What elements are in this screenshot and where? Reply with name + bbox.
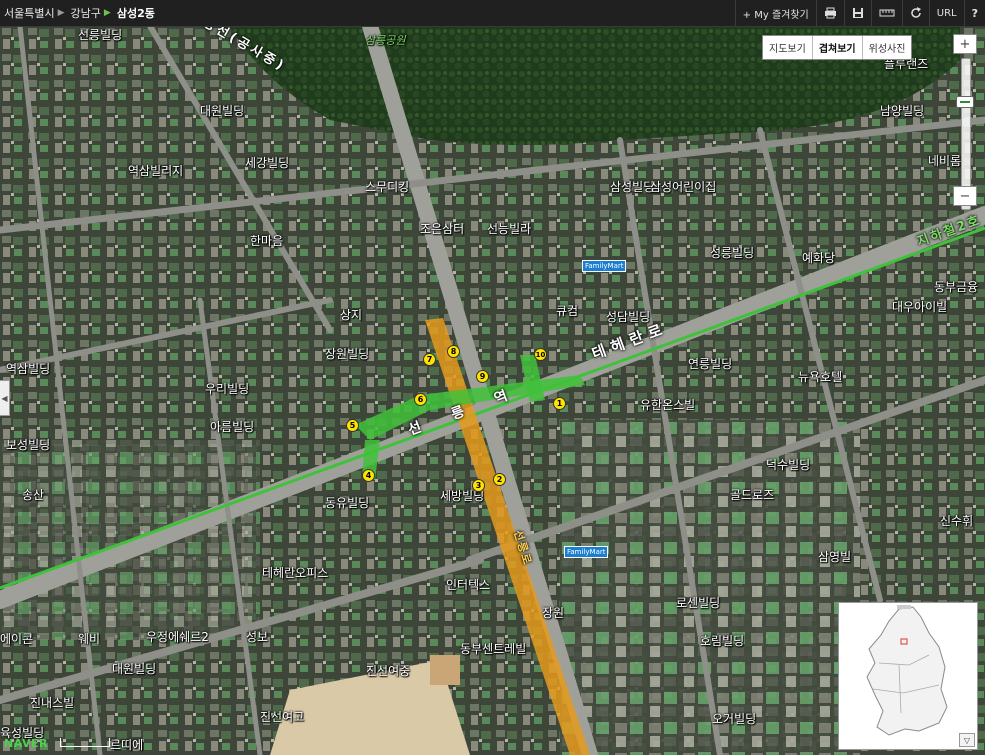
zoom-slider-handle[interactable] [956,95,974,108]
breadcrumb-label: 강남구 [70,7,101,20]
print-button[interactable] [815,0,844,26]
map-label: 뉴욕호텔 [798,370,843,384]
station-exit-marker[interactable]: 1 [553,397,566,410]
chevron-right-icon: ▶ [103,8,111,18]
breadcrumb-label: 삼성2동 [116,7,155,20]
map-label: 상지 [340,308,363,322]
map-label: 장원 [542,606,565,620]
station-exit-marker[interactable]: 3 [472,479,485,492]
map-label: 웨비 [78,632,101,646]
station-exit-marker[interactable]: 5 [346,419,359,432]
map-label: 송산 [22,488,45,502]
breadcrumb-item-district[interactable]: 강남구 ▶ [71,5,111,21]
map-label: 선능빌라 [487,222,532,236]
map-label: 동부센트레빌 [460,642,527,656]
overview-minimap[interactable]: ▽ [838,602,978,750]
breadcrumb: 서울특별시 ▶ 강남구 ▶ 삼성2동 [0,0,161,26]
map-label: 신수휘 [940,514,974,528]
map-label: 삼성빌딩 [610,180,655,194]
map-label: 진선여고 [260,710,305,724]
map-label: 삼성어린이집 [650,180,717,194]
map-label: 대우아이빌 [892,300,948,314]
map-label: 장원빌딩 [325,347,370,361]
familymart-marker[interactable]: FamilyMart [582,260,627,272]
refresh-icon [911,7,921,18]
map-view-switch: 지도보기 겹쳐보기 위성사진 [762,35,913,60]
map-label: 우정에쉐르2 [146,630,209,644]
map-label: 연릉빌딩 [688,357,733,371]
map-label: 덕수빌딩 [766,458,811,472]
station-exit-marker[interactable]: 8 [447,345,460,358]
breadcrumb-label: 서울특별시 [4,7,55,20]
map-label: 성담빌딩 [606,310,651,324]
map-label: 대원빌딩 [200,104,245,118]
map-label: 골드로즈 [730,488,775,502]
station-exit-marker[interactable]: 2 [493,473,506,486]
map-label: 보성빌딩 [6,438,51,452]
map-label: 동유빌딩 [325,496,370,510]
map-label: 역삼빌딩 [6,362,51,376]
view-overlay-button[interactable]: 겹쳐보기 [812,36,863,59]
map-label: 남양빌딩 [880,104,925,118]
station-exit-marker[interactable]: 4 [362,469,375,482]
map-label: 로센빌딩 [676,596,721,610]
zoom-in-button[interactable]: + [953,34,977,54]
station-exit-marker[interactable]: 6 [414,393,427,406]
map-label: 인터텍스 [446,578,491,592]
map-label: 선릉빌딩 [78,28,123,42]
map-label: 예화당 [802,251,836,265]
save-icon [852,8,863,18]
top-toolbar: 서울특별시 ▶ 강남구 ▶ 삼성2동 + My 즐겨찾기 URL ? [0,0,985,27]
measure-button[interactable] [870,0,902,26]
chevron-left-icon: ◀ [1,393,8,403]
help-button[interactable]: ? [963,0,985,26]
station-exit-marker[interactable]: 7 [423,353,436,366]
favorites-button[interactable]: + My 즐겨찾기 [734,0,816,26]
map-label: 아름빌딩 [210,420,255,434]
station-exit-marker[interactable]: 9 [476,370,489,383]
map-label: 조은삼터 [420,222,465,236]
familymart-marker[interactable]: FamilyMart [564,546,609,558]
map-label: 역삼빌리지 [128,164,184,178]
view-map-button[interactable]: 지도보기 [763,36,813,59]
map-label: 동부금융 [934,280,979,294]
map-label: 진내스빌 [30,696,75,710]
save-button[interactable] [843,0,871,26]
chevron-right-icon: ▶ [57,8,65,18]
panel-toggle-handle[interactable]: ◀ [0,380,10,416]
refresh-button[interactable] [901,0,929,26]
breadcrumb-item-city[interactable]: 서울특별시 ▶ [4,5,65,21]
map-label: 한마음 [250,234,284,248]
print-icon [824,7,836,19]
station-exit-marker[interactable]: 10 [534,348,547,361]
naver-logo: NAVER [4,737,48,750]
map-label: 우리빌딩 [205,382,250,396]
park-label: 삼릉공원 [365,34,406,47]
map-label: 큐컴 [556,304,579,318]
map-scale-bar [60,738,110,747]
map-label: 유한온스빌 [640,398,696,412]
map-label: 호림빌딩 [700,634,745,648]
map-label: 르띠에 [110,738,144,752]
map-label: 대원빌딩 [112,662,157,676]
map-label: 테헤란오피스 [262,566,329,580]
zoom-control: + − [953,34,977,210]
map-label: 에이콘 [0,632,34,646]
map-label: 스무디킹 [365,180,410,194]
map-label: 세강빌딩 [245,156,290,170]
minimap-collapse-button[interactable]: ▽ [959,733,975,747]
map-label: 삼영빌 [818,550,852,564]
view-satellite-button[interactable]: 위성사진 [862,36,912,59]
map-label: 오거빌딩 [712,712,757,726]
korea-outline-icon [866,605,948,736]
url-button[interactable]: URL [928,0,964,26]
measure-icon [879,9,895,17]
map-label: 성릉빌딩 [710,246,755,260]
zoom-out-button[interactable]: − [953,186,977,206]
map-label: 진선여중 [366,664,411,678]
toolbar-actions: + My 즐겨찾기 URL ? [734,0,985,26]
map-label: 성보 [246,630,269,644]
breadcrumb-item-dong[interactable]: 삼성2동 [117,5,155,21]
